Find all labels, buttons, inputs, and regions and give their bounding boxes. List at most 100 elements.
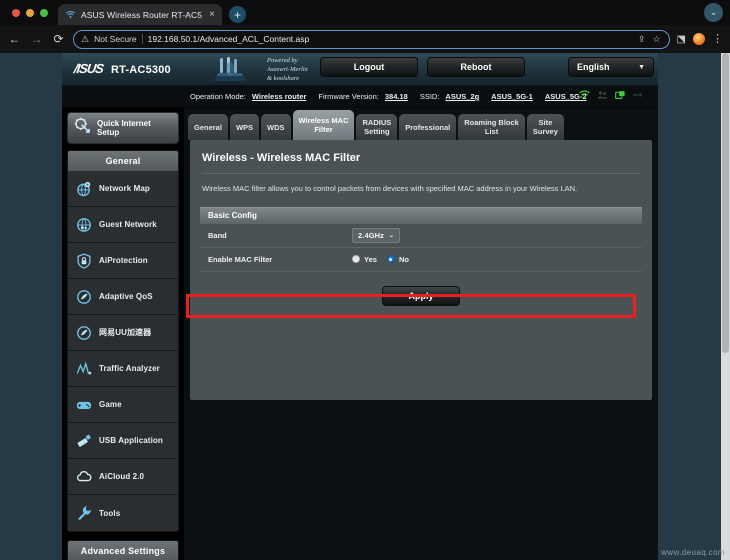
back-icon[interactable]: ← bbox=[7, 32, 22, 47]
chevron-down-icon[interactable]: ⌄ bbox=[704, 3, 723, 22]
radio-option-yes[interactable]: Yes bbox=[352, 255, 377, 264]
warning-icon: ⚠ bbox=[81, 33, 90, 44]
router-admin-ui: /ISUS RT-AC5300 Powered by Asuswrt-Merli… bbox=[62, 53, 658, 560]
tab-wireless-mac-filter[interactable]: Wireless MAC Filter bbox=[292, 110, 355, 140]
sidebar-item-guest-network[interactable]: Guest Network bbox=[68, 207, 178, 243]
clients-icon[interactable] bbox=[597, 90, 608, 100]
tab-site-survey[interactable]: Site Survey bbox=[526, 114, 564, 140]
page-viewport: /ISUS RT-AC5300 Powered by Asuswrt-Merli… bbox=[0, 53, 730, 560]
reboot-button[interactable]: Reboot bbox=[427, 57, 525, 77]
tab-radius-setting[interactable]: RADIUS Setting bbox=[356, 114, 398, 140]
sidebar-item-tools[interactable]: Tools bbox=[68, 495, 178, 531]
security-status-label: Not Secure bbox=[94, 34, 137, 44]
content-tabs: General WPS WDS Wireless MAC Filter RADIU… bbox=[184, 108, 658, 140]
sidebar-item-label: Traffic Analyzer bbox=[99, 364, 160, 373]
sidebar: Quick Internet Setup General Network Map… bbox=[62, 108, 184, 560]
radio-button[interactable] bbox=[386, 255, 395, 263]
router-device-illustration bbox=[214, 57, 246, 81]
sidebar-item-network-map[interactable]: Network Map bbox=[68, 171, 178, 207]
ssid-2g[interactable]: ASUS_2g bbox=[445, 92, 479, 101]
close-window-button[interactable] bbox=[12, 8, 20, 17]
sidebar-item-label: Guest Network bbox=[99, 220, 157, 229]
sidebar-item-usb-application[interactable]: USB Application bbox=[68, 423, 178, 459]
usb-icon[interactable] bbox=[633, 90, 644, 100]
scrollbar-thumb[interactable] bbox=[722, 53, 729, 353]
omnibox-divider bbox=[141, 34, 143, 44]
router-status-bar: Operation Mode: Wireless router Firmware… bbox=[62, 86, 658, 108]
sidebar-group-title: General bbox=[68, 151, 178, 171]
sidebar-item-traffic-analyzer[interactable]: Traffic Analyzer bbox=[68, 351, 178, 387]
band-select[interactable]: 2.4GHz ⌄ bbox=[352, 227, 401, 243]
apply-button[interactable]: Apply bbox=[382, 285, 460, 306]
radio-option-no[interactable]: No bbox=[386, 254, 409, 264]
chevron-down-icon: ▼ bbox=[638, 63, 645, 71]
sidebar-item-adaptive-qos[interactable]: Adaptive QoS bbox=[68, 279, 178, 315]
share-icon[interactable]: ⇪ bbox=[637, 34, 647, 45]
page-title: Wireless - Wireless MAC Filter bbox=[202, 152, 361, 164]
page-scrollbar[interactable] bbox=[721, 53, 730, 560]
page-description: Wireless MAC filter allows you to contro… bbox=[202, 184, 578, 193]
sidebar-item-label: AiProtection bbox=[99, 256, 148, 265]
logout-button[interactable]: Logout bbox=[320, 57, 418, 77]
powered-by-label: Powered by Asuswrt-Merlin & koolshare bbox=[267, 57, 308, 82]
settings-panel: Wireless - Wireless MAC Filter Wireless … bbox=[190, 140, 652, 400]
browser-tab[interactable]: ASUS Wireless Router RT-AC5 × bbox=[58, 4, 222, 25]
language-selector[interactable]: English ▼ bbox=[568, 57, 654, 77]
tab-general[interactable]: General bbox=[188, 114, 228, 140]
wifi-signal-icon[interactable] bbox=[579, 90, 590, 100]
firmware-version-value[interactable]: 384.18 bbox=[385, 92, 408, 101]
sidebar-item-label: 网易UU加速器 bbox=[99, 328, 152, 337]
url-text[interactable]: 192.168.50.1/Advanced_ACL_Content.asp bbox=[148, 34, 632, 44]
sidebar-group-advanced-settings: Advanced Settings Wireless bbox=[67, 540, 179, 560]
new-tab-button[interactable]: + bbox=[228, 6, 246, 23]
tab-label: RADIUS Setting bbox=[362, 118, 392, 136]
browser-menu-icon[interactable]: ⋮ bbox=[712, 34, 723, 44]
operation-mode-label: Operation Mode: bbox=[190, 92, 246, 101]
avatar[interactable] bbox=[693, 33, 705, 45]
close-icon[interactable]: × bbox=[207, 9, 217, 20]
ssid-5g-1[interactable]: ASUS_5G-1 bbox=[491, 92, 533, 101]
usb-device-icon[interactable] bbox=[615, 90, 626, 100]
sidebar-item-game[interactable]: Game bbox=[68, 387, 178, 423]
watermark: www.deuaq.com bbox=[661, 548, 725, 557]
tab-label: Roaming Block List bbox=[464, 118, 519, 136]
cloud-icon bbox=[76, 469, 92, 485]
usb-application-icon bbox=[76, 433, 92, 449]
band-value: 2.4GHz bbox=[358, 230, 385, 240]
bookmark-star-icon[interactable]: ☆ bbox=[651, 34, 661, 45]
section-header-basic-config: Basic Config bbox=[200, 206, 642, 224]
radio-label: No bbox=[398, 254, 409, 264]
tab-label: Site Survey bbox=[532, 118, 558, 136]
tab-wps[interactable]: WPS bbox=[229, 114, 260, 140]
operation-mode-value[interactable]: Wireless router bbox=[252, 92, 307, 101]
field-row-band: Band 2.4GHz ⌄ bbox=[200, 224, 642, 248]
wrench-icon bbox=[76, 505, 92, 521]
sidebar-item-quick-internet-setup[interactable]: Quick Internet Setup bbox=[67, 112, 179, 144]
qis-icon bbox=[74, 117, 91, 139]
sidebar-item-uu-accelerator[interactable]: 网易UU加速器 bbox=[68, 315, 178, 351]
minimize-window-button[interactable] bbox=[26, 8, 34, 17]
guest-network-icon bbox=[76, 217, 92, 233]
address-bar[interactable]: ⚠ Not Secure 192.168.50.1/Advanced_ACL_C… bbox=[73, 29, 670, 49]
sidebar-item-aicloud[interactable]: AiCloud 2.0 bbox=[68, 459, 178, 495]
sidebar-group-title: Advanced Settings bbox=[68, 541, 178, 560]
sidebar-item-aiprotection[interactable]: AiProtection bbox=[68, 243, 178, 279]
maximize-window-button[interactable] bbox=[40, 8, 48, 17]
extensions-puzzle-icon[interactable]: ⬔ bbox=[677, 34, 686, 45]
radio-button[interactable] bbox=[352, 255, 360, 263]
forward-icon[interactable]: → bbox=[29, 32, 44, 47]
tab-roaming-block-list[interactable]: Roaming Block List bbox=[458, 114, 525, 140]
firmware-version-label: Firmware Version: bbox=[318, 92, 379, 101]
content-area: General WPS WDS Wireless MAC Filter RADIU… bbox=[184, 108, 658, 560]
tab-title: ASUS Wireless Router RT-AC5 bbox=[81, 9, 203, 20]
tab-wds[interactable]: WDS bbox=[261, 114, 291, 140]
sidebar-item-label: Adaptive QoS bbox=[99, 292, 153, 301]
tab-professional[interactable]: Professional bbox=[399, 114, 457, 140]
field-row-enable-mac-filter: Enable MAC Filter Yes No bbox=[200, 248, 642, 272]
sidebar-item-label: Game bbox=[99, 400, 122, 409]
router-header: /ISUS RT-AC5300 Powered by Asuswrt-Merli… bbox=[62, 53, 658, 86]
status-icons bbox=[579, 90, 644, 100]
reload-icon[interactable]: ⟳ bbox=[51, 32, 66, 47]
sidebar-item-label: Tools bbox=[99, 508, 121, 518]
tab-label: Wireless MAC Filter bbox=[298, 116, 349, 134]
